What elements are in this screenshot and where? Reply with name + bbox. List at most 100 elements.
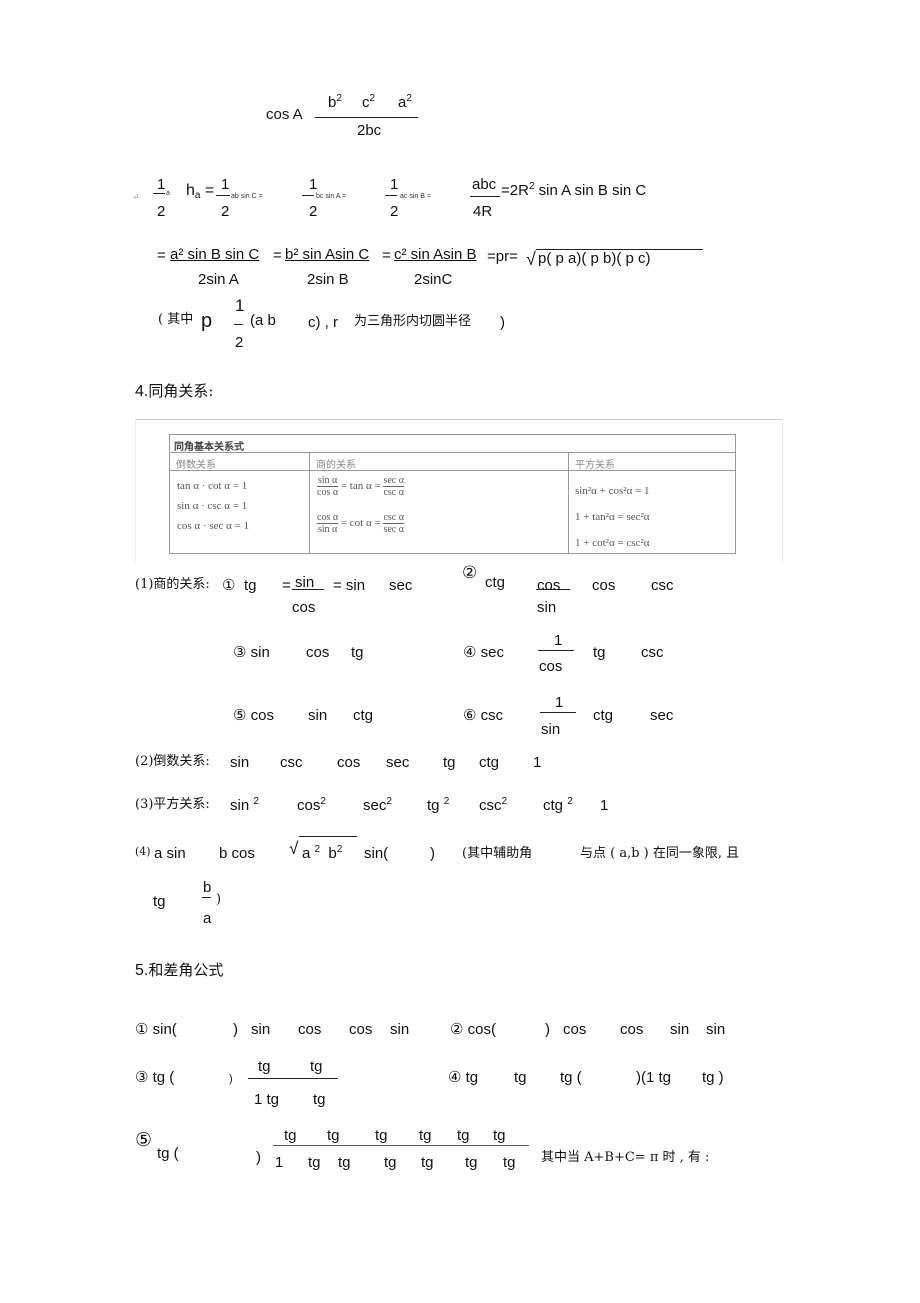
f2-t0: ② cos( [450,1021,496,1038]
label: (3)平方关系: [135,797,210,812]
term: tg 2 [427,796,450,814]
r4-den: cos [539,658,563,675]
f5-num: tg [327,1127,340,1144]
frac-num: b [203,879,212,896]
f3-num: tg [310,1058,323,1075]
f5-den: tg [421,1154,434,1171]
area-rhs: =2R2 sin A sin B sin C [501,181,647,199]
note-tail: c) , r [308,314,338,331]
col-header-square: 平方关系 [575,460,615,471]
note-paren: (a b [250,312,276,329]
half-num: 1 [221,176,230,193]
col-header-quotient: 商的关系 [316,460,356,471]
f3-num: tg [258,1058,271,1075]
f5-den: tg [338,1154,351,1171]
table-col-rule [309,452,310,553]
f1-t2: sin [251,1021,271,1038]
den-cos: cos [292,599,316,616]
end: ) [216,892,222,907]
f1-den: 2sin A [198,271,239,288]
note-close: ) [500,314,505,331]
cos: cos [592,577,616,594]
f1-t5: sin [390,1021,410,1038]
fraction-bar [536,589,570,590]
f5-den: tg [503,1154,516,1171]
f5-num: tg [284,1127,297,1144]
r3-t1: cos [306,644,330,661]
tg: tg [244,577,257,594]
csc: csc [651,577,674,594]
close: ) [430,845,435,862]
term: csc2 [479,796,508,814]
h-a: ha = [186,182,215,201]
quotient-row-2: cos α sin α = cot α = csc α sec α [317,512,404,535]
r6-t4: sec [650,707,674,724]
triangle-mark: ⊿ [133,193,139,200]
f3-close: ) [229,1073,233,1085]
term: cos [337,754,361,771]
cosine-num-a: a2 [398,93,412,111]
r3-t2: tg [351,644,364,661]
f5-den: tg [384,1154,397,1171]
abc-den: 4R [473,203,493,220]
num-cos: cos [537,577,561,594]
num-sin: sin [295,574,315,591]
fraction-bar [234,324,243,325]
term-bc-sinA: bc sin A = [316,193,347,200]
eq: = [273,247,282,264]
circled-1: ① [222,577,236,594]
half-den: 2 [390,203,399,220]
fraction-bar [540,712,576,713]
f5-note: 其中当 A+B+C= π 时 , 有 : [541,1150,710,1165]
half-num: 1 [390,176,399,193]
note-desc: 为三角形内切圆半径 [354,314,472,329]
note-p: p [201,310,213,332]
r4-t4: csc [641,644,664,661]
f3-den: tg [313,1091,326,1108]
fraction-bar [248,1078,338,1079]
b-cos: b cos [219,845,255,862]
term: sin 2 [230,796,259,814]
f4-t0: ④ tg [448,1069,479,1086]
table-rule [170,470,735,471]
r6-num: 1 [555,694,564,711]
eq-sin: = sin [333,577,366,594]
f5-num: tg [419,1127,432,1144]
f4-t3: )(1 tg [636,1069,672,1086]
r5-t0: ⑤ cos [233,707,274,724]
term-ac-sinB: ac sin B = [400,193,431,200]
f1-t3: cos [298,1021,322,1038]
label: (1)商的关系: [135,577,210,592]
f2-den: 2sin B [307,271,349,288]
fraction-bar [153,193,165,194]
term-ab-sinC: ab sin C = [231,193,263,200]
note-open: ( 其中 [158,312,194,327]
identity-table: 同角基本关系式 倒数关系 商的关系 平方关系 tan α · cot α = 1… [169,434,736,554]
f5-num: tg [375,1127,388,1144]
term: 1 [600,797,609,814]
abc-num: abc [472,176,497,193]
reciprocal-list: tan α · cot α = 1 sin α · csc α = 1 cos … [177,480,250,532]
half-den: 2 [221,203,230,220]
f3-den: 1 tg [254,1091,280,1108]
note2: 与点 ( a,b ) 在同一象限, 且 [580,846,740,861]
half-num: 1 [309,176,318,193]
term: ctg 2 [543,796,573,814]
section-4-heading: 4.同角关系: [135,382,214,400]
term: 1 [533,754,542,771]
term: sin [230,754,250,771]
f5-den: tg [308,1154,321,1171]
sqrt-icon: √ [526,249,536,269]
eq: = [382,247,391,264]
circled-5: ⑤ [135,1130,153,1151]
f2-t3: cos [620,1021,644,1038]
half-num: 1 [235,296,245,315]
half-num: 1 [157,176,166,193]
r6-den: sin [541,721,561,738]
pr: =pr= [487,248,518,265]
half-den: 2 [309,203,318,220]
f5-den: tg [465,1154,478,1171]
f2-t5: sin [706,1021,726,1038]
fraction-bar [202,897,211,898]
tg: tg [153,893,166,910]
